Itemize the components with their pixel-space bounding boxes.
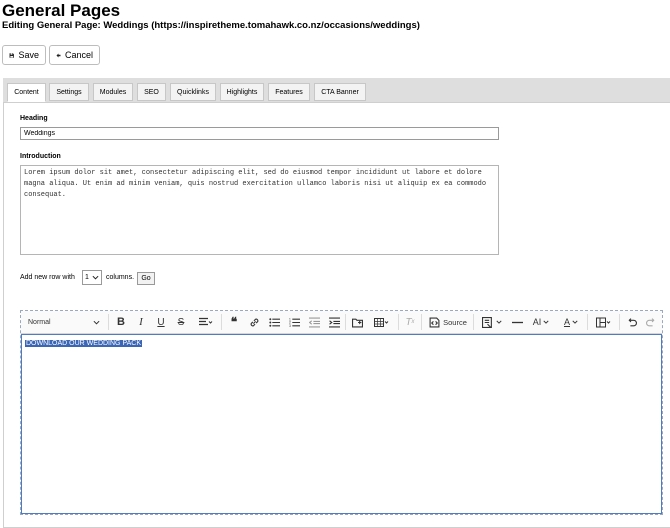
insert-image-icon[interactable] xyxy=(350,312,364,332)
bulleted-list-icon[interactable] xyxy=(267,312,281,332)
introduction-textarea[interactable]: Lorem ipsum dolor sit amet, consectetur … xyxy=(20,165,499,255)
horizontal-line-icon[interactable] xyxy=(510,312,524,332)
page-title: General Pages xyxy=(2,1,121,20)
add-row-prefix: Add new row with xyxy=(20,274,75,281)
numbered-list-icon[interactable]: 123 xyxy=(287,312,301,332)
format-dropdown[interactable]: Normal xyxy=(24,312,104,332)
format-label: Normal xyxy=(28,318,51,326)
redo-icon[interactable] xyxy=(644,312,658,332)
source-label: Source xyxy=(443,317,467,327)
strikethrough-icon[interactable]: S xyxy=(174,312,188,332)
arrow-left-icon xyxy=(56,53,61,57)
tab-cta-banner[interactable]: CTA Banner xyxy=(314,83,366,101)
introduction-label: Introduction xyxy=(20,153,61,160)
columns-value: 1 xyxy=(85,274,89,281)
source-button[interactable]: Source xyxy=(426,312,470,332)
svg-text:3: 3 xyxy=(289,323,291,327)
go-button[interactable]: Go xyxy=(137,272,155,285)
undo-icon[interactable] xyxy=(624,312,638,332)
blockquote-icon[interactable]: ❝ xyxy=(227,312,241,332)
font-size-icon[interactable]: AI xyxy=(530,312,552,332)
heading-label: Heading xyxy=(20,115,48,122)
save-button[interactable]: Save xyxy=(2,45,46,65)
save-icon xyxy=(9,52,14,58)
source-icon xyxy=(429,317,440,327)
layout-icon[interactable] xyxy=(592,312,616,332)
italic-icon[interactable]: I xyxy=(134,312,148,332)
cancel-button[interactable]: Cancel xyxy=(49,45,100,65)
tab-features[interactable]: Features xyxy=(268,83,310,101)
indent-icon[interactable] xyxy=(327,312,341,332)
clear-formatting-icon[interactable]: Tx xyxy=(403,312,417,332)
tab-quicklinks[interactable]: Quicklinks xyxy=(170,83,216,101)
insert-table-icon[interactable] xyxy=(370,312,394,332)
tab-modules[interactable]: Modules xyxy=(93,83,133,101)
heading-input[interactable] xyxy=(20,127,499,140)
columns-select[interactable]: 1 xyxy=(82,270,102,285)
chevron-down-icon xyxy=(92,275,99,280)
underline-icon[interactable]: U xyxy=(154,312,168,332)
template-icon[interactable] xyxy=(478,312,506,332)
chevron-down-icon xyxy=(93,320,100,325)
bold-icon[interactable]: B xyxy=(114,312,128,332)
add-row-suffix: columns. xyxy=(106,274,135,281)
page-subtitle: Editing General Page: Weddings (https://… xyxy=(2,20,420,31)
outdent-icon[interactable] xyxy=(307,312,321,332)
tab-content[interactable]: Content xyxy=(7,83,46,102)
tab-highlights[interactable]: Highlights xyxy=(220,83,264,101)
editor-content-area[interactable] xyxy=(21,334,662,514)
font-color-icon[interactable]: A xyxy=(560,312,582,332)
save-label: Save xyxy=(18,50,39,60)
align-icon[interactable] xyxy=(194,312,218,332)
link-icon[interactable] xyxy=(247,312,261,332)
tab-seo[interactable]: SEO xyxy=(137,83,166,101)
cancel-label: Cancel xyxy=(64,50,93,60)
tab-settings[interactable]: Settings xyxy=(49,83,89,101)
editor-selected-text[interactable]: DOWNLOAD OUR WEDDING PACK xyxy=(25,340,142,347)
